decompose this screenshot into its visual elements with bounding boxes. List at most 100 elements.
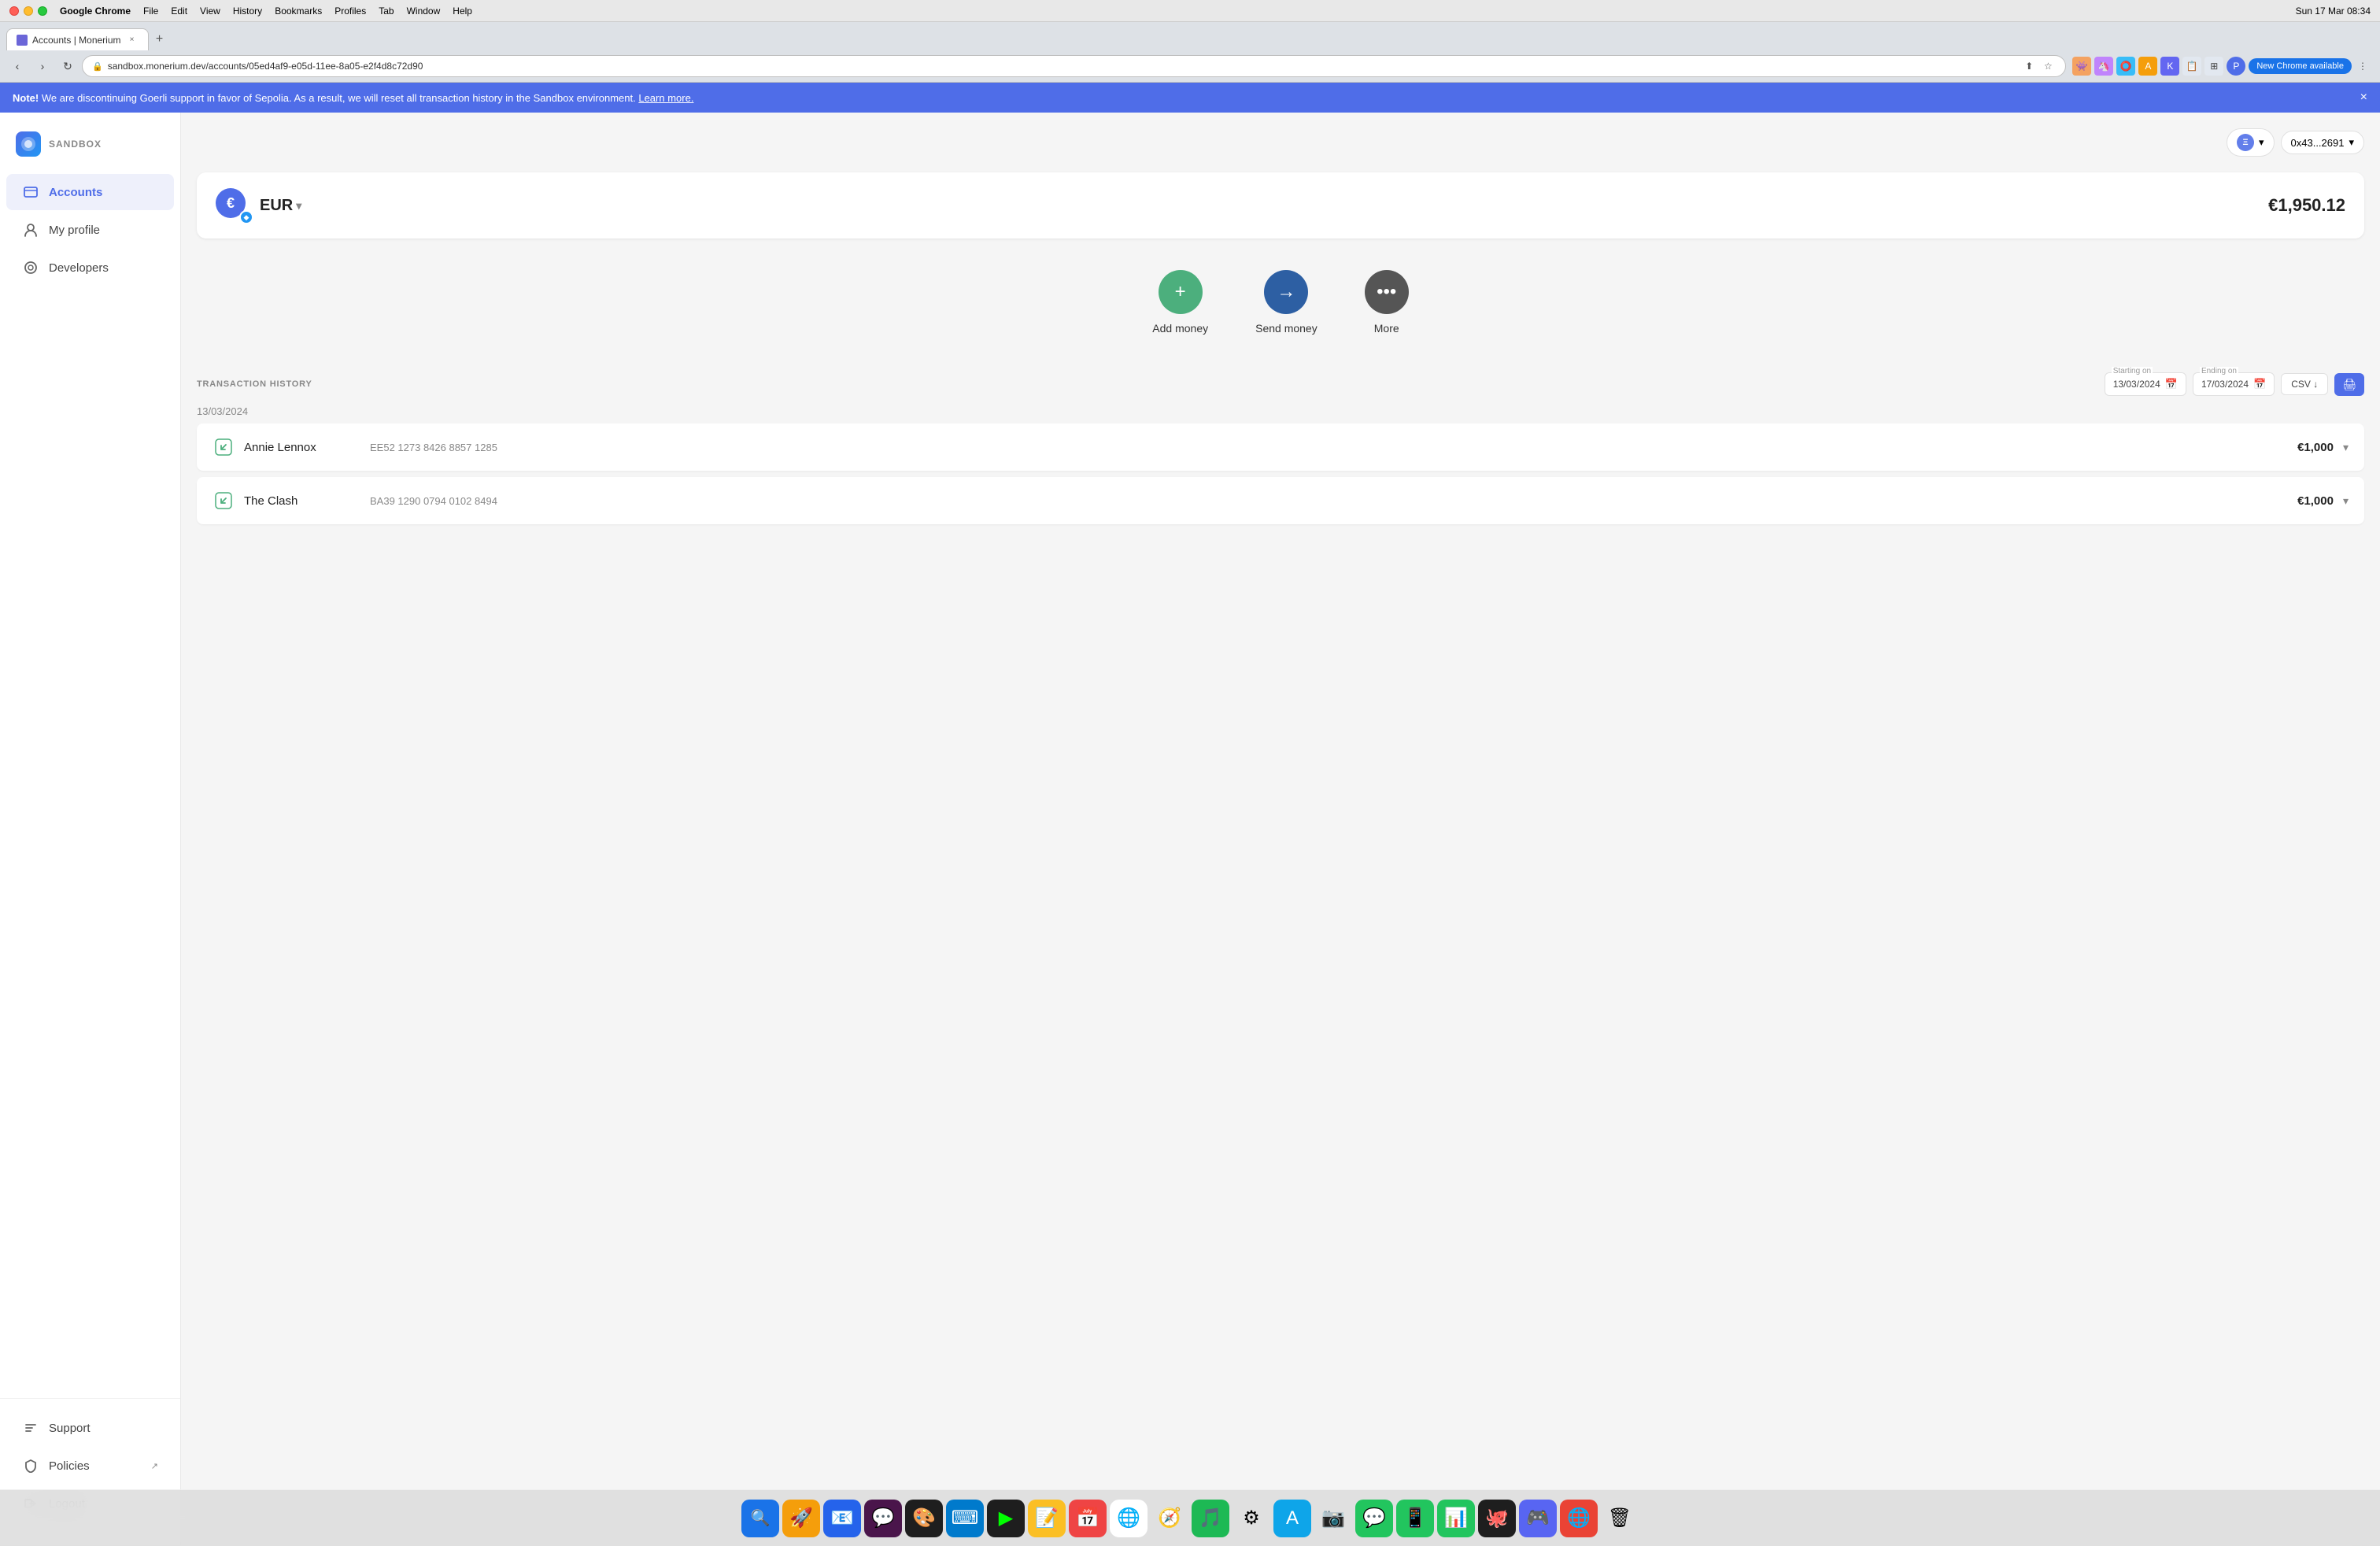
banner-text: Note! We are discontinuing Goerli suppor…: [13, 92, 693, 104]
banner-close-button[interactable]: ×: [2360, 91, 2367, 105]
minimize-button[interactable]: [24, 6, 33, 16]
tx-expand-icon[interactable]: ▾: [2343, 494, 2349, 508]
dock-trash[interactable]: 🗑: [1601, 1500, 1639, 1537]
starting-on-filter[interactable]: Starting on 13/03/2024 📅: [2105, 372, 2186, 396]
dock-github[interactable]: 🐙: [1478, 1500, 1516, 1537]
sidebar-item-support[interactable]: Support: [6, 1410, 174, 1446]
dock-finder[interactable]: 🔍: [741, 1500, 779, 1537]
dock-calendar[interactable]: 📅: [1069, 1500, 1107, 1537]
currency-selector[interactable]: EUR ▾: [260, 197, 301, 215]
dock-mail[interactable]: 📧: [823, 1500, 861, 1537]
table-row[interactable]: The Clash BA39 1290 0794 0102 8494 €1,00…: [197, 477, 2364, 524]
dock-chrome2[interactable]: 🌐: [1560, 1500, 1598, 1537]
tx-expand-icon[interactable]: ▾: [2343, 441, 2349, 454]
new-tab-button[interactable]: +: [149, 28, 171, 50]
menu-edit[interactable]: Edit: [171, 6, 187, 17]
main-header: Ξ ▾ 0x43...2691 ▾: [197, 128, 2364, 157]
add-money-button[interactable]: + Add money: [1152, 270, 1208, 335]
dock-messages[interactable]: 💬: [1355, 1500, 1393, 1537]
tab-close-button[interactable]: ×: [126, 34, 139, 46]
ext-4[interactable]: A: [2138, 57, 2157, 76]
banner-learn-more-link[interactable]: Learn more.: [638, 92, 693, 104]
fullscreen-button[interactable]: [38, 6, 47, 16]
menu-profiles[interactable]: Profiles: [334, 6, 366, 17]
dock-appstore[interactable]: A: [1273, 1500, 1311, 1537]
new-chrome-button[interactable]: New Chrome available: [2249, 58, 2352, 74]
dock-music[interactable]: 🎵: [1192, 1500, 1229, 1537]
dock-discord[interactable]: 🎮: [1519, 1500, 1557, 1537]
network-selector[interactable]: Ξ ▾: [2227, 128, 2275, 157]
dock-notes[interactable]: 📝: [1028, 1500, 1066, 1537]
my-profile-label: My profile: [49, 224, 100, 237]
close-button[interactable]: [9, 6, 19, 16]
tab-favicon-icon: [17, 35, 28, 46]
dock-figma[interactable]: 🎨: [905, 1500, 943, 1537]
wallet-chevron-icon: ▾: [2349, 136, 2354, 149]
currency-label: EUR: [260, 197, 293, 215]
transaction-history-section: TRANSACTION HISTORY Starting on 13/03/20…: [197, 372, 2364, 524]
ext-1[interactable]: 👾: [2072, 57, 2091, 76]
account-card: € ◆ EUR ▾ €1,950.12: [197, 172, 2364, 239]
dock-terminal[interactable]: ▶: [987, 1500, 1025, 1537]
menu-window[interactable]: Window: [407, 6, 441, 17]
tx-date-group: 13/03/2024: [197, 405, 2364, 417]
menu-file[interactable]: File: [143, 6, 158, 17]
starting-on-value: 13/03/2024: [2113, 379, 2160, 390]
ext-3[interactable]: ⭕: [2116, 57, 2135, 76]
menu-bookmarks[interactable]: Bookmarks: [275, 6, 322, 17]
support-icon: [22, 1419, 39, 1437]
dock-safari[interactable]: 🧭: [1151, 1500, 1188, 1537]
account-balance: €1,950.12: [2268, 195, 2345, 216]
share-icon[interactable]: ⬆: [2021, 58, 2037, 74]
sidebar-item-my-profile[interactable]: My profile: [6, 212, 174, 248]
csv-download-button[interactable]: CSV ↓: [2281, 373, 2328, 395]
dock-slack[interactable]: 💬: [864, 1500, 902, 1537]
more-button[interactable]: ••• More: [1365, 270, 1409, 335]
ending-on-filter[interactable]: Ending on 17/03/2024 📅: [2193, 372, 2275, 396]
eur-sub-icon: ◆: [239, 210, 253, 224]
tx-sender-name: Annie Lennox: [244, 441, 370, 454]
sidebar-item-policies[interactable]: Policies ↗: [6, 1448, 174, 1484]
address-icons: ⬆ ☆: [2021, 58, 2056, 74]
ethereum-icon: Ξ: [2237, 134, 2254, 151]
network-chevron-icon: ▾: [2259, 136, 2264, 149]
bookmark-icon[interactable]: ☆: [2040, 58, 2056, 74]
tx-iban: EE52 1273 8426 8857 1285: [370, 442, 2297, 453]
browser-tab-active[interactable]: Accounts | Monerium ×: [6, 28, 149, 50]
ext-6[interactable]: 📋: [2182, 57, 2201, 76]
table-row[interactable]: Annie Lennox EE52 1273 8426 8857 1285 €1…: [197, 423, 2364, 471]
menu-app[interactable]: Google Chrome: [60, 6, 131, 17]
notification-banner: Note! We are discontinuing Goerli suppor…: [0, 83, 2380, 113]
forward-button[interactable]: ›: [31, 55, 54, 77]
menu-help[interactable]: Help: [453, 6, 472, 17]
back-button[interactable]: ‹: [6, 55, 28, 77]
menu-view[interactable]: View: [200, 6, 220, 17]
ext-2[interactable]: 🦄: [2094, 57, 2113, 76]
wallet-selector[interactable]: 0x43...2691 ▾: [2281, 131, 2364, 154]
print-button[interactable]: 🖨: [2334, 373, 2364, 396]
tab-bar: Accounts | Monerium × +: [0, 22, 2380, 50]
address-url: sandbox.monerium.dev/accounts/05ed4af9-e…: [108, 61, 2017, 72]
menu-tab[interactable]: Tab: [379, 6, 394, 17]
eur-icon: € ◆: [216, 188, 250, 223]
dock-whatsapp[interactable]: 📱: [1396, 1500, 1434, 1537]
main-content: Ξ ▾ 0x43...2691 ▾ € ◆ EUR ▾ €1,950.12: [181, 113, 2380, 1545]
refresh-button[interactable]: ↻: [57, 55, 79, 77]
sidebar-item-accounts[interactable]: Accounts: [6, 174, 174, 210]
profile-icon[interactable]: P: [2227, 57, 2245, 76]
dock-photos[interactable]: 📷: [1314, 1500, 1352, 1537]
sidebar-item-developers[interactable]: Developers: [6, 250, 174, 286]
mac-dock: 🔍 🚀 📧 💬 🎨 ⌨ ▶ 📝 📅 🌐 🧭 🎵 ⚙ A 📷 💬 📱 📊 🐙 🎮 …: [0, 1489, 2380, 1546]
banner-message: We are discontinuing Goerli support in f…: [42, 92, 636, 104]
dock-launchpad[interactable]: 🚀: [782, 1500, 820, 1537]
dock-chrome[interactable]: 🌐: [1110, 1500, 1148, 1537]
more-options-icon[interactable]: ⋮: [2355, 58, 2371, 74]
sidebar-toggle[interactable]: ⊞: [2204, 57, 2223, 76]
dock-vscode[interactable]: ⌨: [946, 1500, 984, 1537]
menu-history[interactable]: History: [233, 6, 262, 17]
ext-5[interactable]: K: [2160, 57, 2179, 76]
dock-numbers[interactable]: 📊: [1437, 1500, 1475, 1537]
dock-settings[interactable]: ⚙: [1232, 1500, 1270, 1537]
address-bar[interactable]: 🔒 sandbox.monerium.dev/accounts/05ed4af9…: [82, 55, 2066, 77]
send-money-button[interactable]: → Send money: [1255, 270, 1318, 335]
